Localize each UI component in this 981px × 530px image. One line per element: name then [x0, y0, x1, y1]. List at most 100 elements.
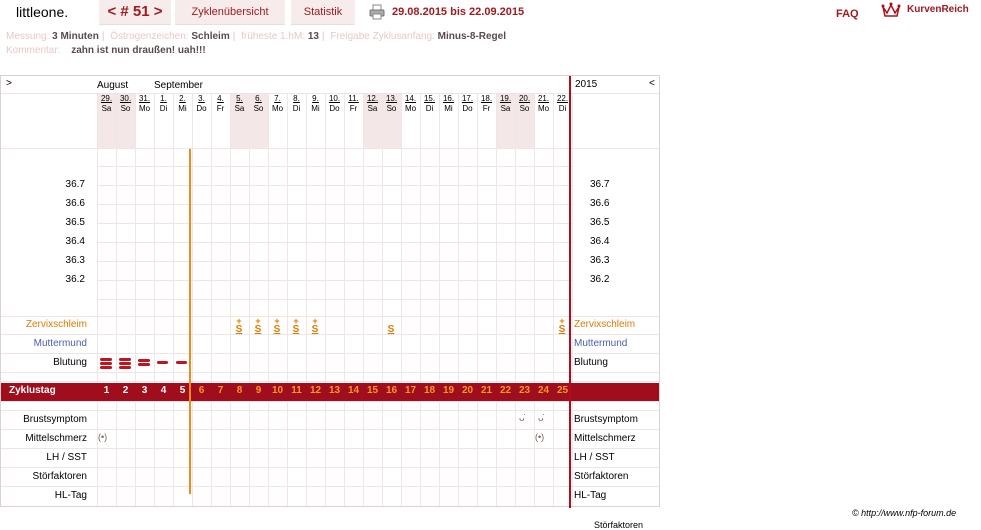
date-range: 29.08.2015 bis 22.09.2015 [392, 6, 525, 18]
day-date: 7. [274, 94, 281, 103]
cycle-day-number: 7 [217, 385, 224, 396]
cervical-mucus-mark: + S [289, 317, 303, 335]
measure-label: Messung: [6, 31, 50, 42]
day-column-header[interactable]: 4. Fr [211, 94, 230, 148]
day-column-header[interactable]: 10. Do [325, 94, 344, 148]
day-weekday: Di [425, 104, 434, 113]
bleeding-mark [138, 359, 150, 362]
cycle-day-number: 15 [366, 385, 379, 396]
day-column-header[interactable]: 16. Mi [439, 94, 458, 148]
cycle-day-number: 14 [347, 385, 360, 396]
day-date: 4. [217, 94, 224, 103]
faq-link[interactable]: FAQ [836, 8, 859, 20]
logo-text: KurvenReich [907, 4, 969, 15]
bleeding-mark [100, 358, 112, 361]
day-weekday: Sa [234, 104, 245, 113]
row-label-hl-day: HL-Tag [54, 490, 87, 501]
day-column-header[interactable]: 1. Di [154, 94, 173, 148]
cycle-day-number: 21 [480, 385, 493, 396]
printer-icon[interactable] [369, 4, 385, 20]
day-weekday: Do [329, 104, 340, 113]
grid-line [439, 93, 440, 506]
day-column-header[interactable]: 13. So [382, 94, 401, 148]
day-weekday: Mi [311, 104, 320, 113]
day-column-header[interactable]: 21. Mo [534, 94, 553, 148]
day-weekday: Di [292, 104, 301, 113]
row-label-lh-right: LH / SST [574, 452, 615, 463]
grid-line [1, 467, 659, 468]
temperature-label: 36.2 [590, 274, 610, 285]
chart-nav-right[interactable]: < [649, 78, 655, 89]
day-column-header[interactable]: 7. Mo [268, 94, 287, 148]
day-date: 13. [385, 94, 398, 103]
comment-label: Kommentar: [6, 45, 61, 56]
grid-line [249, 93, 250, 506]
day-column-header[interactable]: 9. Mi [306, 94, 325, 148]
day-date: 15. [423, 94, 436, 103]
info-line-1: Messung: 3 Minuten | Östrogenzeichen: Sch… [6, 31, 506, 42]
cervical-mucus-mark: + S [232, 317, 246, 335]
day-date: 31. [138, 94, 151, 103]
cycle-day-number: 16 [385, 385, 398, 396]
day-column-header[interactable]: 19. Sa [496, 94, 515, 148]
day-weekday: Sa [367, 104, 378, 113]
cycle-day-bar-right [571, 383, 659, 401]
day-weekday: Do [462, 104, 473, 113]
day-column-header[interactable]: 20. So [515, 94, 534, 148]
cycle-day-number: 20 [461, 385, 474, 396]
day-column-header[interactable]: 11. Fr [344, 94, 363, 148]
release-value: Minus-8-Regel [437, 31, 506, 42]
day-column-header[interactable]: 2. Mi [173, 94, 192, 148]
day-weekday: Fr [482, 104, 491, 113]
day-weekday: Mo [537, 104, 550, 113]
earliest-value: 13 [307, 31, 319, 42]
day-column-header[interactable]: 3. Do [192, 94, 211, 148]
day-weekday: So [120, 104, 131, 113]
cycle-day-number: 8 [236, 385, 243, 396]
day-date: 17. [461, 94, 474, 103]
day-column-header[interactable]: 31. Mo [135, 94, 154, 148]
bleeding-mark [157, 361, 168, 364]
grid-line [97, 204, 572, 205]
grid-line [1, 429, 659, 430]
grid-line [135, 93, 136, 506]
day-column-header[interactable]: 15. Di [420, 94, 439, 148]
chart-nav-left[interactable]: > [6, 78, 12, 89]
day-column-header[interactable]: 29. Sa [97, 94, 116, 148]
year-label: 2015 [575, 79, 598, 90]
day-column-header[interactable]: 18. Fr [477, 94, 496, 148]
row-label-breast-right: Brustsymptom [574, 414, 638, 425]
crown-logo-icon [881, 2, 901, 17]
row-label-hl-day-right: HL-Tag [574, 490, 607, 501]
tab-statistics[interactable]: Statistik [291, 0, 355, 25]
day-column-header[interactable]: 8. Di [287, 94, 306, 148]
grid-line [1, 448, 659, 449]
cycle-nav-button[interactable]: < # 51 > [99, 0, 171, 25]
earliest-label: früheste 1.hM: [241, 31, 306, 42]
day-weekday: Mo [404, 104, 417, 113]
row-label-disturbances: Störfaktoren [32, 471, 87, 482]
breast-symptom-mark: ᴗ̇ [538, 413, 544, 424]
day-column-header[interactable]: 30. So [116, 94, 135, 148]
measure-value: 3 Minuten [52, 31, 99, 42]
chart-end-line [569, 76, 571, 508]
brand-name: littleone. [0, 0, 96, 24]
day-column-header[interactable]: 5. Sa [230, 94, 249, 148]
day-column-header[interactable]: 17. Do [458, 94, 477, 148]
estrogen-value: Schleim [191, 31, 230, 42]
tab-cycle-overview[interactable]: Zyklenübersicht [175, 0, 285, 25]
day-weekday: Fr [216, 104, 225, 113]
day-date: 30. [119, 94, 132, 103]
day-date: 11. [348, 94, 359, 103]
day-column-header[interactable]: 12. Sa [363, 94, 382, 148]
grid-line [287, 93, 288, 506]
cervical-mucus-mark: + S [555, 317, 569, 335]
grid-line [382, 93, 383, 506]
grid-line [97, 166, 572, 167]
temperature-label: 36.3 [590, 255, 610, 266]
grid-line [97, 299, 572, 300]
day-column-header[interactable]: 14. Mo [401, 94, 420, 148]
day-column-header[interactable]: 6. So [249, 94, 268, 148]
cervical-mucus-mark: + S [308, 317, 322, 335]
day-weekday: Mo [271, 104, 284, 113]
